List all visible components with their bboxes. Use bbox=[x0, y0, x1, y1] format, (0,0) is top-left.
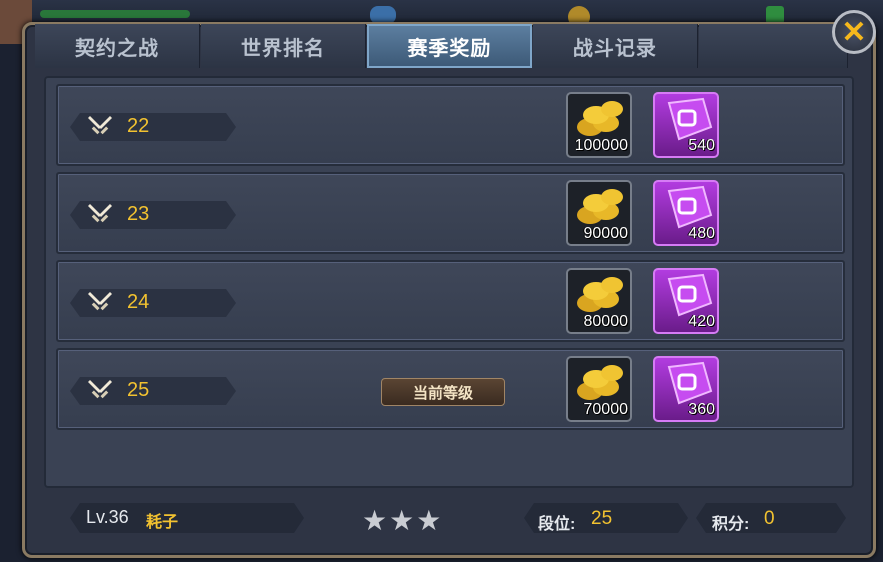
gem-count: 540 bbox=[688, 137, 715, 154]
coin-count: 90000 bbox=[583, 225, 629, 242]
star-rating: ★★★ bbox=[362, 505, 444, 536]
rank-number: 23 bbox=[127, 203, 150, 225]
gold-coins-icon bbox=[577, 189, 623, 224]
gold-coins-icon bbox=[577, 277, 623, 312]
tab-contract-battle[interactable]: 契约之战 bbox=[35, 24, 200, 68]
close-icon: ✕ bbox=[841, 15, 867, 49]
crossed-swords-icon bbox=[88, 204, 112, 223]
reward-row: 24 80000 420 bbox=[56, 260, 845, 342]
close-button[interactable]: ✕ bbox=[832, 10, 876, 54]
purple-gem-icon bbox=[667, 361, 713, 405]
gem-count: 420 bbox=[688, 313, 715, 330]
gold-coins-icon bbox=[577, 101, 623, 136]
rank-number: 25 bbox=[127, 379, 150, 401]
gold-coins-icon bbox=[577, 365, 623, 400]
crossed-swords-icon bbox=[88, 380, 112, 399]
reward-row: 25 当前等级 70000 360 bbox=[56, 348, 845, 430]
gem-count: 360 bbox=[688, 401, 715, 418]
gold-coins-item[interactable]: 80000 bbox=[566, 268, 632, 334]
tab-season-rewards[interactable]: 赛季奖励 bbox=[366, 24, 532, 68]
rank-label: 段位: bbox=[538, 516, 576, 533]
health-bar bbox=[40, 10, 190, 18]
crossed-swords-icon bbox=[88, 116, 112, 135]
coin-count: 100000 bbox=[574, 137, 628, 154]
coin-count: 80000 bbox=[583, 313, 629, 330]
score-value: 0 bbox=[764, 508, 775, 529]
purple-gem-icon bbox=[667, 273, 713, 317]
tab-empty bbox=[698, 24, 848, 68]
rank-number: 24 bbox=[127, 291, 150, 313]
score-label: 积分: bbox=[712, 516, 750, 533]
coin-count: 70000 bbox=[583, 401, 629, 418]
gold-coins-item[interactable]: 70000 bbox=[566, 356, 632, 422]
player-name: 耗子 bbox=[146, 514, 179, 531]
gold-coins-item[interactable]: 90000 bbox=[566, 180, 632, 246]
gem-item[interactable]: 540 bbox=[653, 92, 719, 158]
reward-row: 23 90000 480 bbox=[56, 172, 845, 254]
current-level-badge: 当前等级 bbox=[381, 378, 505, 406]
tab-battle-record[interactable]: 战斗记录 bbox=[532, 24, 698, 68]
reward-row: 22 100000 540 bbox=[56, 84, 845, 166]
gem-count: 480 bbox=[688, 225, 715, 242]
gem-item[interactable]: 420 bbox=[653, 268, 719, 334]
crossed-swords-icon bbox=[88, 292, 112, 311]
rank-number: 22 bbox=[127, 115, 150, 137]
gold-coins-item[interactable]: 100000 bbox=[566, 92, 632, 158]
purple-gem-icon bbox=[667, 97, 713, 141]
player-level: Lv.36 bbox=[86, 507, 129, 527]
gem-item[interactable]: 480 bbox=[653, 180, 719, 246]
tab-bar: 契约之战 世界排名 赛季奖励 战斗记录 bbox=[35, 24, 849, 68]
gem-item[interactable]: 360 bbox=[653, 356, 719, 422]
purple-gem-icon bbox=[667, 185, 713, 229]
rank-value: 25 bbox=[591, 508, 613, 529]
tab-world-ranking[interactable]: 世界排名 bbox=[200, 24, 366, 68]
